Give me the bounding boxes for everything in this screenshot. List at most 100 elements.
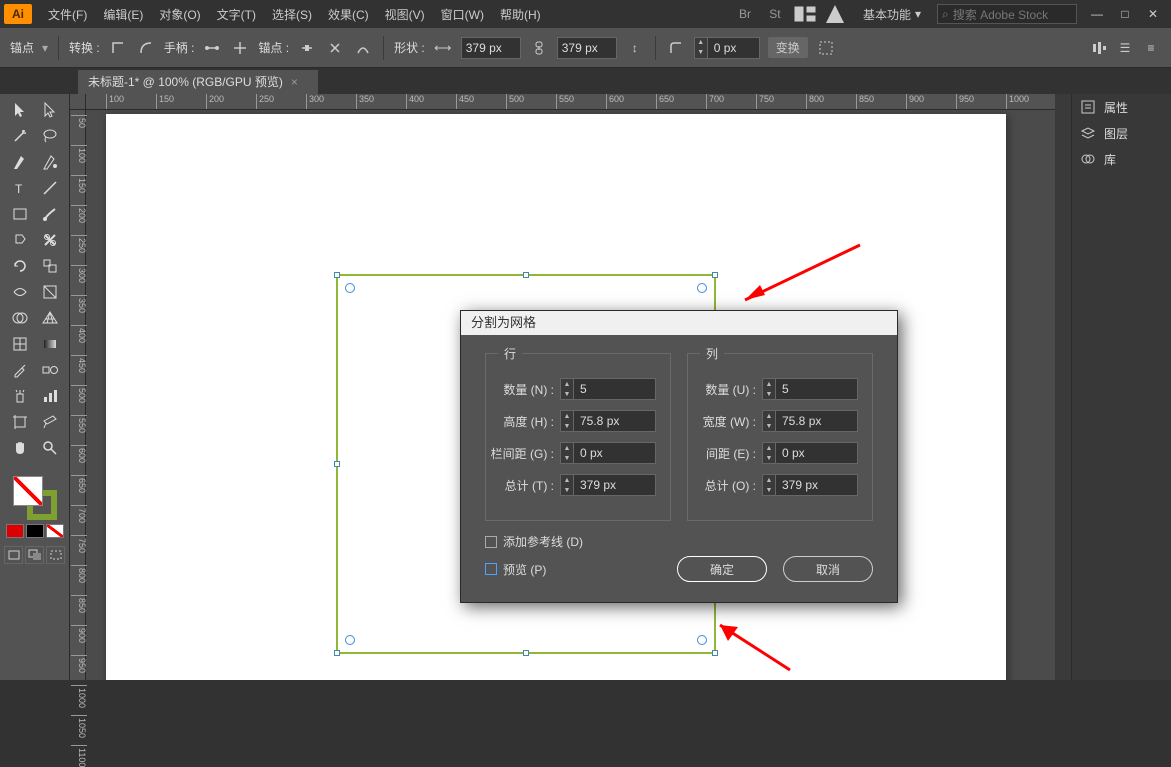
vertical-ruler[interactable]: 5010015020025030035040045050055060065070…: [70, 110, 86, 680]
close-window-button[interactable]: ✕: [1139, 4, 1167, 24]
slice-tool[interactable]: [35, 410, 65, 434]
row-height-spinner[interactable]: ▲▼: [560, 410, 656, 432]
row-total-input[interactable]: [574, 474, 656, 496]
fill-stroke-swatch[interactable]: [13, 476, 57, 520]
col-width-input[interactable]: [776, 410, 858, 432]
corner-widget[interactable]: [697, 635, 707, 645]
col-gutter-input[interactable]: [776, 442, 858, 464]
width-icon[interactable]: ⟷: [433, 38, 453, 58]
spin-up-icon[interactable]: ▲: [561, 379, 573, 389]
convert-smooth-icon[interactable]: [136, 38, 156, 58]
row-gutter-input[interactable]: [574, 442, 656, 464]
menu-effect[interactable]: 效果(C): [320, 6, 377, 23]
col-count-input[interactable]: [776, 378, 858, 400]
row-height-input[interactable]: [574, 410, 656, 432]
checkbox-icon[interactable]: [485, 536, 497, 548]
ok-button[interactable]: 确定: [677, 556, 767, 582]
mesh-tool[interactable]: [5, 332, 35, 356]
col-width-spinner[interactable]: ▲▼: [762, 410, 858, 432]
shaper-tool[interactable]: [5, 228, 35, 252]
spin-up-icon[interactable]: ▲: [763, 443, 775, 453]
transform-button[interactable]: 变换: [768, 37, 808, 58]
vertical-scrollbar[interactable]: [1055, 94, 1071, 680]
spin-down-icon[interactable]: ▼: [763, 485, 775, 495]
none-swatch[interactable]: [46, 524, 64, 538]
menu-file[interactable]: 文件(F): [40, 6, 95, 23]
spin-down-icon[interactable]: ▼: [763, 421, 775, 431]
column-graph-tool[interactable]: [35, 384, 65, 408]
rectangle-tool[interactable]: [5, 202, 35, 226]
row-total-spinner[interactable]: ▲▼: [560, 474, 656, 496]
resize-handle[interactable]: [712, 650, 718, 656]
menu-select[interactable]: 选择(S): [264, 6, 320, 23]
pen-tool[interactable]: [5, 150, 35, 174]
spin-up-icon[interactable]: ▲: [763, 379, 775, 389]
menu-view[interactable]: 视图(V): [377, 6, 433, 23]
ruler-origin[interactable]: [70, 94, 86, 110]
height-icon[interactable]: ↕: [625, 38, 645, 58]
libraries-panel-tab[interactable]: 库: [1072, 146, 1171, 172]
artboard-tool[interactable]: [5, 410, 35, 434]
scale-tool[interactable]: [35, 254, 65, 278]
menu-type[interactable]: 文字(T): [209, 6, 264, 23]
spin-up-icon[interactable]: ▲: [561, 475, 573, 485]
checkbox-icon[interactable]: [485, 563, 497, 575]
col-total-input[interactable]: [776, 474, 858, 496]
shape-width-input[interactable]: [461, 37, 521, 59]
selection-tool[interactable]: [5, 98, 35, 122]
maximize-button[interactable]: □: [1111, 4, 1139, 24]
preview-checkbox[interactable]: 预览 (P): [485, 561, 546, 578]
corner-widget[interactable]: [345, 635, 355, 645]
layers-panel-tab[interactable]: 图层: [1072, 120, 1171, 146]
remove-anchor-icon[interactable]: [297, 38, 317, 58]
spin-down-icon[interactable]: ▼: [763, 389, 775, 399]
properties-panel-tab[interactable]: 属性: [1072, 94, 1171, 120]
fill-box[interactable]: [13, 476, 43, 506]
spin-down-icon[interactable]: ▼: [763, 453, 775, 463]
width-tool[interactable]: [5, 280, 35, 304]
spin-down-icon[interactable]: ▼: [561, 453, 573, 463]
corner-type-icon[interactable]: [666, 38, 686, 58]
spin-up-icon[interactable]: ▲: [561, 411, 573, 421]
symbol-sprayer-tool[interactable]: [5, 384, 35, 408]
spin-down-icon[interactable]: ▼: [561, 389, 573, 399]
resize-handle[interactable]: [334, 650, 340, 656]
eraser-tool[interactable]: [35, 228, 65, 252]
draw-normal-icon[interactable]: [4, 546, 23, 564]
workspace-switcher[interactable]: 基本功能 ▾: [853, 2, 931, 27]
row-gutter-spinner[interactable]: ▲▼: [560, 442, 656, 464]
direct-selection-tool[interactable]: [35, 98, 65, 122]
link-icon[interactable]: [529, 38, 549, 58]
free-transform-tool[interactable]: [35, 280, 65, 304]
spin-down-icon[interactable]: ▼: [695, 48, 707, 58]
spin-up-icon[interactable]: ▲: [763, 411, 775, 421]
resize-handle[interactable]: [334, 461, 340, 467]
corner-widget[interactable]: [345, 283, 355, 293]
chevron-down-icon[interactable]: ▾: [42, 41, 48, 55]
add-guides-checkbox[interactable]: 添加参考线 (D): [485, 533, 873, 550]
resize-handle[interactable]: [712, 272, 718, 278]
spin-up-icon[interactable]: ▲: [763, 475, 775, 485]
arrange-icon[interactable]: [793, 4, 817, 24]
document-tab[interactable]: 未标题-1* @ 100% (RGB/GPU 预览) ×: [78, 70, 318, 94]
panel-options-icon[interactable]: ☰: [1115, 38, 1135, 58]
col-count-spinner[interactable]: ▲▼: [762, 378, 858, 400]
gradient-swatch[interactable]: [26, 524, 44, 538]
convert-corner-icon[interactable]: [108, 38, 128, 58]
row-count-spinner[interactable]: ▲▼: [560, 378, 656, 400]
perspective-grid-tool[interactable]: [35, 306, 65, 330]
menu-window[interactable]: 窗口(W): [433, 6, 492, 23]
isolate-icon[interactable]: [816, 38, 836, 58]
corner-value-input[interactable]: [708, 37, 760, 59]
gradient-tool[interactable]: [35, 332, 65, 356]
spin-up-icon[interactable]: ▲: [561, 443, 573, 453]
horizontal-ruler[interactable]: 1001502002503003504004505005506006507007…: [86, 94, 1171, 110]
draw-behind-icon[interactable]: [25, 546, 44, 564]
draw-inside-icon[interactable]: [46, 546, 65, 564]
corner-spinner[interactable]: ▲▼: [694, 37, 760, 59]
curvature-tool[interactable]: [35, 150, 65, 174]
rotate-tool[interactable]: [5, 254, 35, 278]
lasso-tool[interactable]: [35, 124, 65, 148]
shape-builder-tool[interactable]: [5, 306, 35, 330]
handle-show-icon[interactable]: [202, 38, 222, 58]
